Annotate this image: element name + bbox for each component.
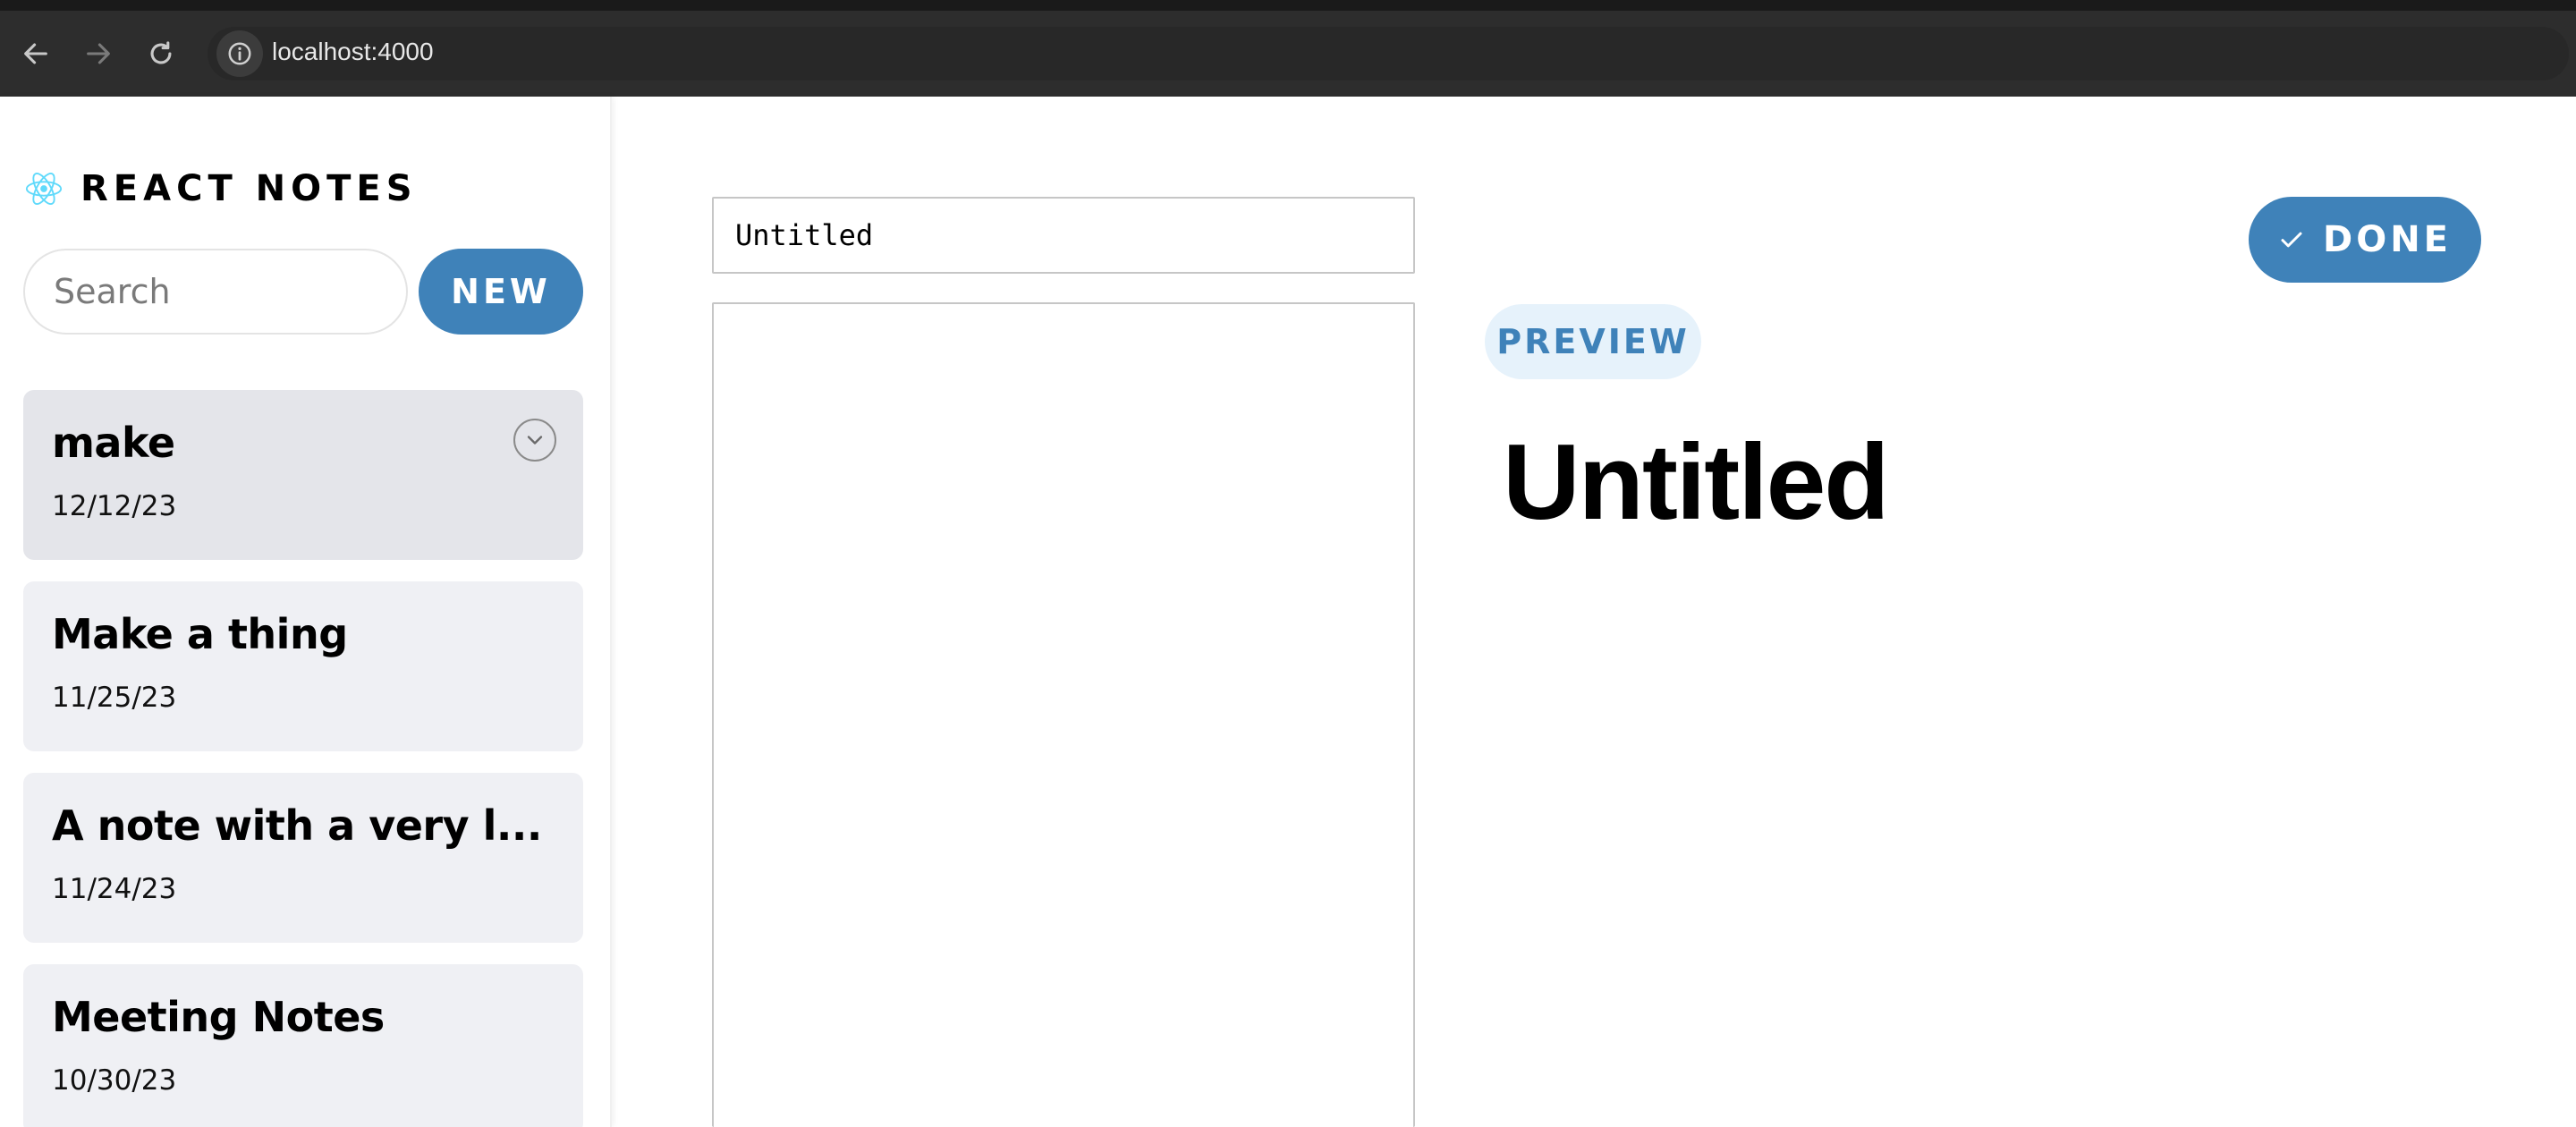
info-icon[interactable] bbox=[216, 30, 263, 77]
preview-badge: PREVIEW bbox=[1485, 304, 1701, 379]
tab-strip-bar bbox=[0, 0, 2576, 11]
back-arrow-icon[interactable] bbox=[13, 30, 59, 77]
app-title: REACT NOTES bbox=[80, 168, 418, 209]
note-date: 12/12/23 bbox=[52, 490, 177, 522]
note-date: 11/25/23 bbox=[52, 682, 177, 714]
new-note-button[interactable]: NEW bbox=[419, 249, 583, 335]
note-title: Meeting Notes bbox=[52, 993, 385, 1041]
note-date: 11/24/23 bbox=[52, 873, 177, 905]
done-button[interactable]: DONE bbox=[2249, 197, 2481, 283]
note-title: make bbox=[52, 419, 175, 467]
url-text[interactable]: localhost:4000 bbox=[272, 38, 434, 66]
expand-note-button[interactable] bbox=[513, 419, 556, 462]
note-title-input[interactable] bbox=[712, 197, 1415, 274]
note-title: A note with a very l... bbox=[52, 801, 542, 850]
chevron-down-icon bbox=[527, 436, 543, 445]
note-date: 10/30/23 bbox=[52, 1064, 177, 1097]
reload-icon[interactable] bbox=[138, 30, 184, 77]
note-item-make[interactable]: make 12/12/23 bbox=[23, 390, 583, 560]
react-logo-icon bbox=[25, 173, 63, 205]
sidebar: REACT NOTES NEW make 12/12/23 Make a thi… bbox=[0, 97, 612, 1127]
note-item-long-title[interactable]: A note with a very l... 11/24/23 bbox=[23, 773, 583, 943]
note-item-make-a-thing[interactable]: Make a thing 11/25/23 bbox=[23, 581, 583, 751]
check-icon bbox=[2281, 232, 2302, 248]
browser-toolbar: localhost:4000 bbox=[0, 11, 2576, 97]
app-logo: REACT NOTES bbox=[23, 168, 418, 209]
preview-title: Untitled bbox=[1503, 422, 1890, 542]
forward-arrow-icon[interactable] bbox=[75, 30, 122, 77]
search-input[interactable] bbox=[23, 249, 408, 335]
note-body-textarea[interactable] bbox=[712, 302, 1415, 1127]
address-bar[interactable] bbox=[208, 27, 2569, 80]
done-label: DONE bbox=[2322, 219, 2452, 260]
note-title: Make a thing bbox=[52, 610, 348, 658]
note-item-meeting-notes[interactable]: Meeting Notes 10/30/23 bbox=[23, 964, 583, 1127]
